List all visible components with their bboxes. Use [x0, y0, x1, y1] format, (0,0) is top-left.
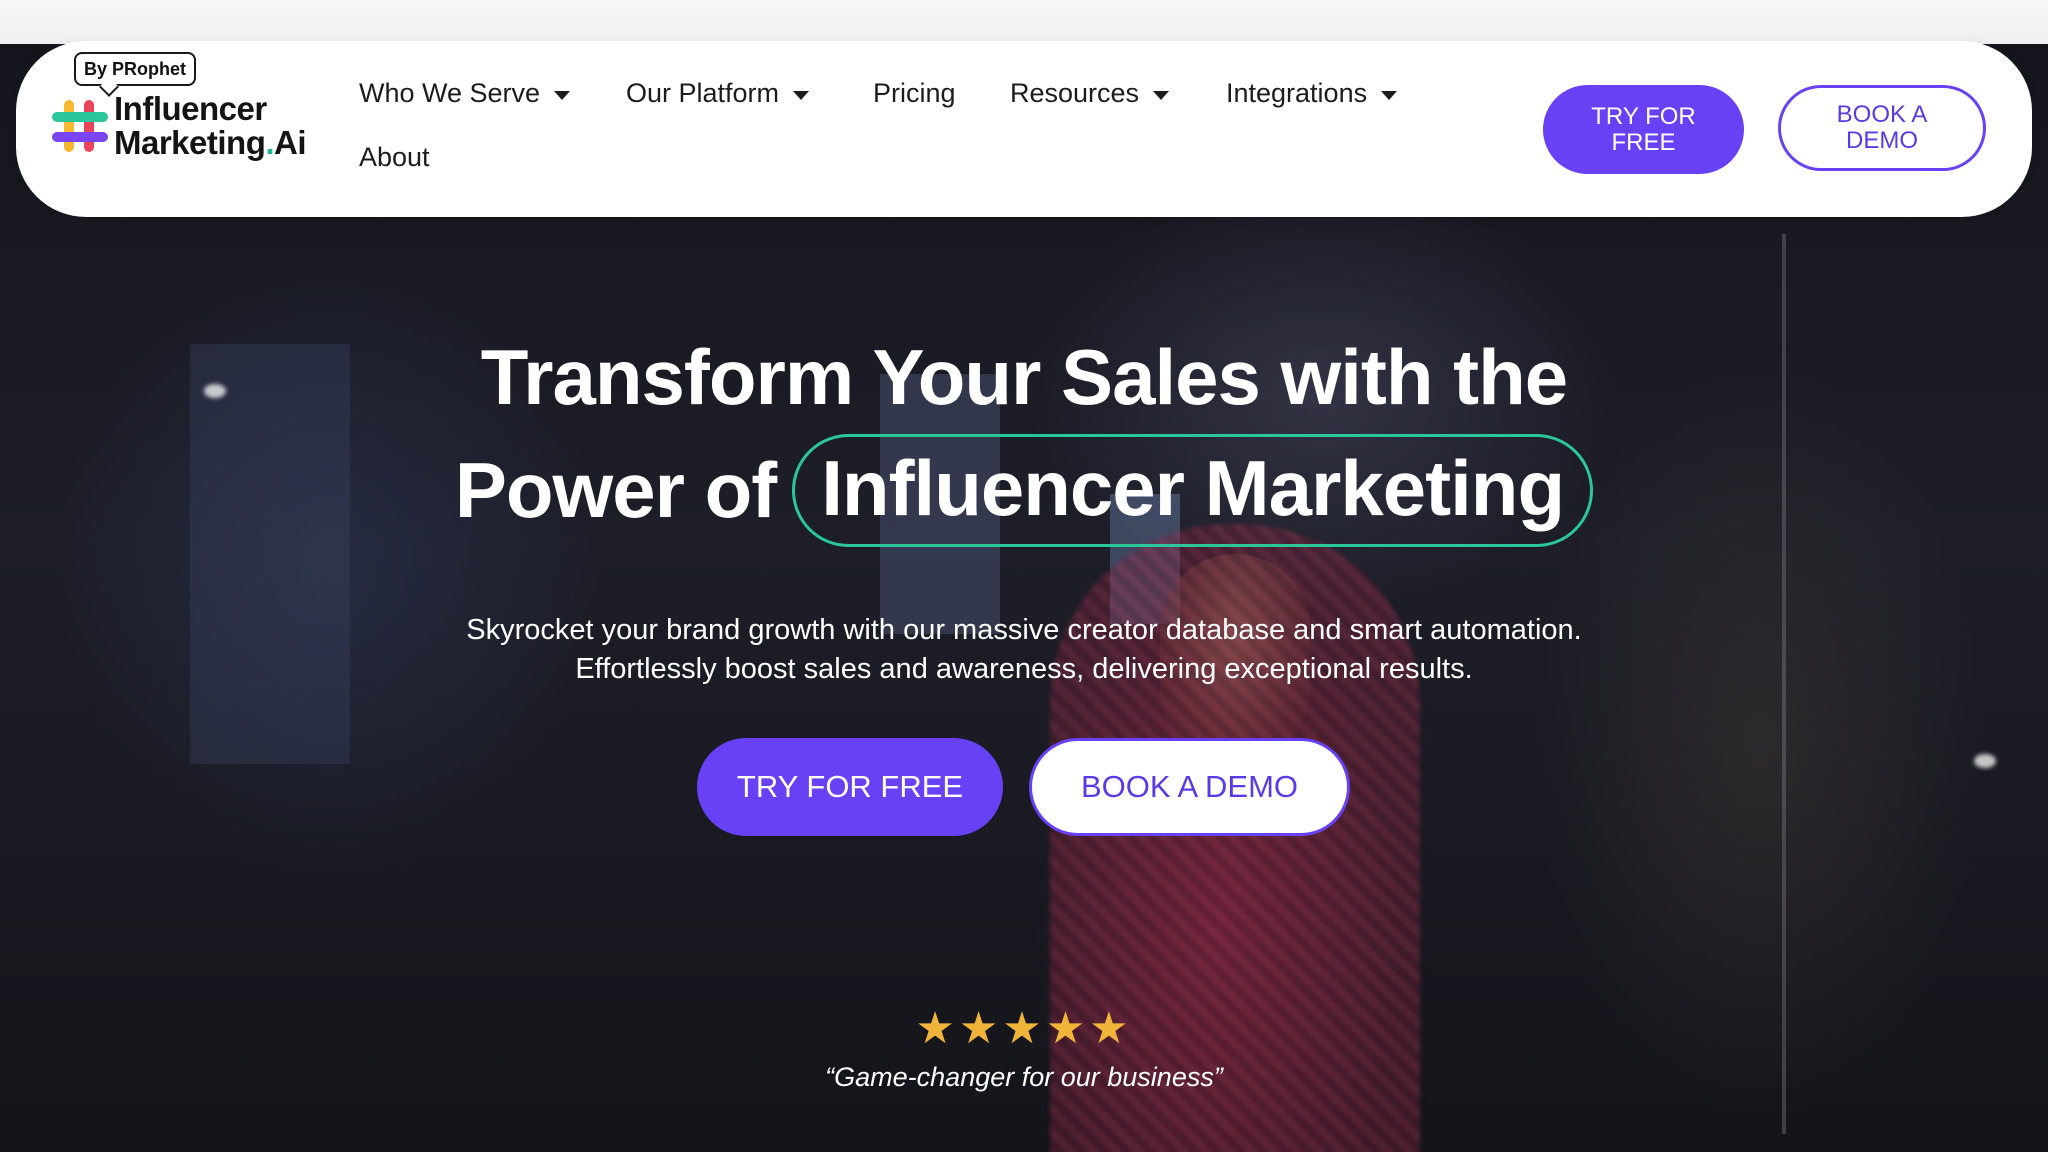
rating-stars-icon: ★★★★★ — [915, 1004, 1133, 1053]
nav-try-for-free-line2: FREE — [1611, 128, 1676, 156]
nav-item-pricing[interactable]: Pricing — [873, 78, 956, 109]
caret-down-icon — [1153, 90, 1170, 100]
brand-wordmark-line2: Marketing.Ai — [114, 124, 307, 161]
nav-item-label: About — [359, 142, 430, 172]
hero-book-a-demo-label: BOOK A DEMO — [1080, 769, 1299, 804]
nav-item-resources[interactable]: Resources — [1010, 78, 1170, 109]
nav-book-a-demo-label: BOOK A DEMO — [1837, 102, 1928, 154]
brand-wordmark-ai: Ai — [274, 124, 307, 161]
brand-wordmark-line1: Influencer — [114, 90, 267, 127]
nav-try-for-free-line1: TRY FOR — [1591, 102, 1696, 130]
nav-book-a-demo-line2: DEMO — [1845, 127, 1918, 154]
nav-try-for-free-button[interactable]: TRY FOR FREE — [1543, 85, 1744, 174]
hero-try-for-free-button[interactable]: TRY FOR FREE — [697, 738, 1003, 836]
hero-headline-line2: Power of Influencer Marketing — [0, 434, 2048, 547]
nav-item-about[interactable]: About — [359, 142, 430, 173]
brand-wordmark-dot: . — [265, 124, 275, 161]
hero-book-a-demo-button[interactable]: BOOK A DEMO — [1029, 738, 1350, 836]
prophet-badge-label: By PRophet — [84, 59, 187, 79]
caret-down-icon — [554, 90, 571, 100]
nav-item-our-platform[interactable]: Our Platform — [626, 78, 810, 109]
hero-try-for-free-label: TRY FOR FREE — [736, 769, 964, 804]
caret-down-icon — [793, 90, 810, 100]
nav-item-integrations[interactable]: Integrations — [1226, 78, 1398, 109]
nav-book-a-demo-button[interactable]: BOOK A DEMO — [1778, 85, 1986, 171]
testimonial-quote: “Game-changer for our business” — [825, 1062, 1223, 1092]
hashtag-logo-icon[interactable] — [50, 96, 110, 156]
nav-item-label: Integrations — [1226, 78, 1368, 108]
hero-subtext-line2: Effortlessly boost sales and awareness, … — [575, 653, 1473, 685]
nav-try-for-free-label: TRY FOR FREE — [1591, 102, 1696, 156]
bg-light-right — [1974, 754, 1996, 768]
nav-item-label: Pricing — [873, 78, 956, 108]
hero-headline-line1: Transform Your Sales with the — [480, 333, 1568, 421]
brand-wordmark-marketing: Marketing — [114, 124, 266, 161]
browser-top-strip — [0, 0, 2048, 44]
nav-item-label: Our Platform — [626, 78, 780, 108]
hero-headline-prefix: Power of — [454, 446, 777, 534]
brand-wordmark[interactable]: Influencer Marketing.Ai — [114, 90, 307, 161]
nav-item-label: Resources — [1010, 78, 1140, 108]
hero-headline-highlight: Influencer Marketing — [792, 434, 1594, 547]
prophet-badge[interactable]: By PRophet — [74, 52, 197, 97]
nav-book-a-demo-line1: BOOK A — [1836, 101, 1928, 128]
nav-item-label: Who We Serve — [359, 78, 541, 108]
nav-item-who-we-serve[interactable]: Who We Serve — [359, 78, 571, 109]
caret-down-icon — [1381, 90, 1398, 100]
hero-subtext-line1: Skyrocket your brand growth with our mas… — [466, 614, 1582, 646]
